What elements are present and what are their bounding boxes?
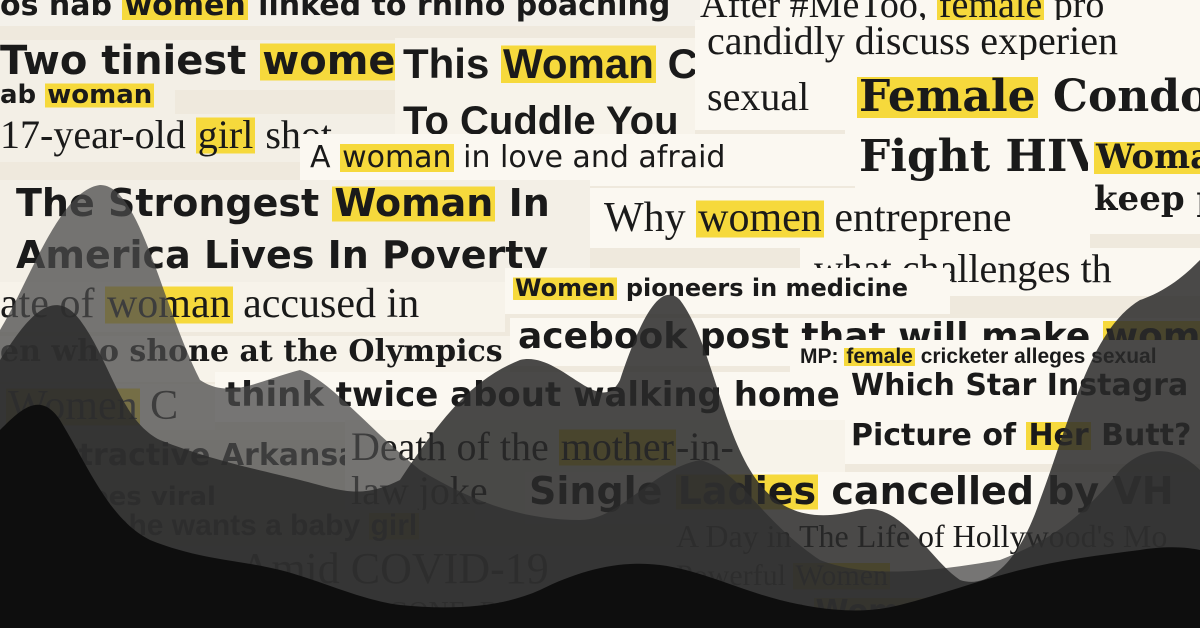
headline-arkansas: of attractive Arkansas xyxy=(0,440,345,484)
headline-rhino: os nab women linked to rhino poaching xyxy=(0,0,700,26)
headline-sexual: sexual xyxy=(695,68,845,130)
headline-cuddle: To Cuddle You xyxy=(395,100,695,136)
headline-fate-woman: ate of woman accused in xyxy=(0,282,505,332)
headline-picture-butt: Picture of Her Butt? xyxy=(845,412,1200,464)
headline-why-women: Why women entreprene xyxy=(590,188,1090,248)
headline-collage: os nab women linked to rhino poaching Af… xyxy=(0,0,1200,628)
headline-single-ladies: Single Ladies cancelled by VH xyxy=(525,472,1200,524)
headline-hollywood: A Day in The Life of Hollywood's Mo xyxy=(670,520,1200,562)
headline-strongest-woman: The Strongest Woman In xyxy=(0,180,590,232)
headline-covid: he Frontlines Amid COVID-19 xyxy=(0,546,670,598)
headline-female-condom: Female Condo xyxy=(845,60,1200,140)
headline-man-city: Man City Women hail "spectacula xyxy=(655,596,1200,628)
headline-woma: Woma xyxy=(1088,132,1200,182)
headline-metoo: After #MeToo, female pro xyxy=(700,0,1200,22)
headline-powerful-women: Powerful Women xyxy=(670,560,1200,600)
headline-pioneers: Women pioneers in medicine xyxy=(505,268,950,314)
headline-love-afraid: A woman in love and afraid xyxy=(300,134,855,186)
headline-freeway: OLD WOMAN OF FREEWAY' GONE, BUT xyxy=(0,598,655,628)
headline-women-c: Women C xyxy=(0,384,215,430)
headline-star-instagram: Which Star Instagra xyxy=(845,370,1200,412)
headline-walking-home: think twice about walking home xyxy=(215,372,845,422)
headline-fight-hiv: Fight HIV xyxy=(855,130,1090,192)
headline-nab-woman: ab woman xyxy=(0,82,175,118)
headline-cricketer: MP: female cricketer alleges sexual xyxy=(790,340,1200,374)
headline-america-poverty: America Lives In Poverty xyxy=(0,232,590,282)
headline-keep: keep p xyxy=(1088,182,1200,234)
